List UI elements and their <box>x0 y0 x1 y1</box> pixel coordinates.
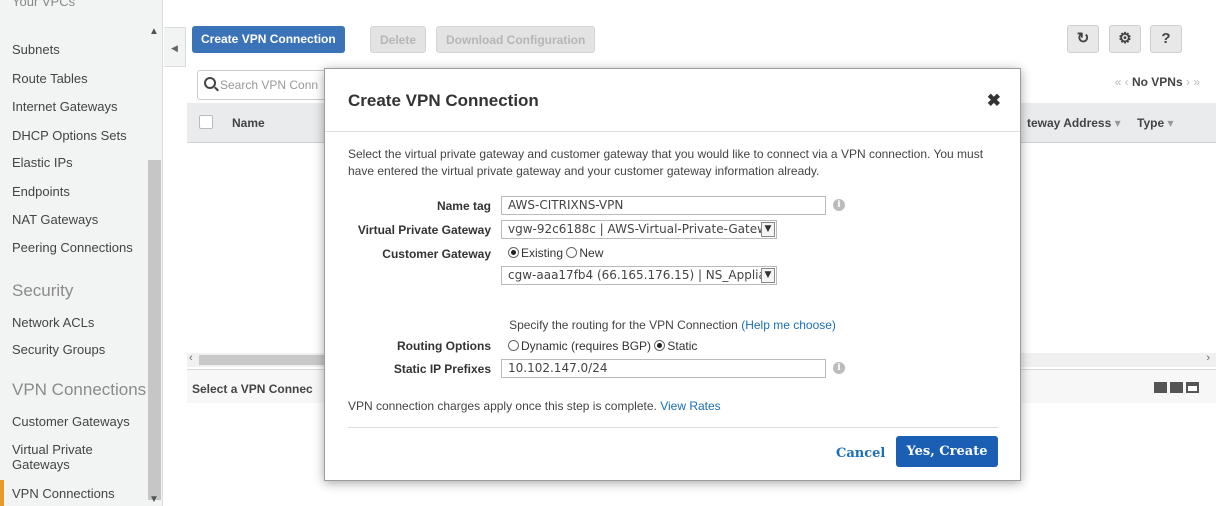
existing-radio[interactable] <box>508 247 519 258</box>
routing-instructions: Specify the routing for the VPN Connecti… <box>325 318 1020 332</box>
search-placeholder: Search VPN Conn <box>220 78 319 92</box>
close-icon[interactable]: ✖ <box>987 91 1001 111</box>
first-page-icon[interactable]: « <box>1115 75 1122 89</box>
modal-intro-text: Select the virtual private gateway and c… <box>348 147 984 178</box>
search-icon <box>204 77 216 89</box>
download-configuration-button[interactable]: Download Configuration <box>436 26 596 53</box>
horizontal-scrollbar-thumb[interactable] <box>199 355 339 365</box>
yes-create-button[interactable]: Yes, Create <box>896 436 998 467</box>
chevron-down-icon[interactable]: ▼ <box>761 222 775 237</box>
name-tag-label: Name tag <box>436 199 491 213</box>
chevron-down-icon[interactable]: ▼ <box>761 268 775 283</box>
name-tag-input[interactable]: AWS-CITRIXNS-VPN <box>501 196 826 215</box>
select-all-checkbox[interactable] <box>199 115 213 129</box>
view-rates-link[interactable]: View Rates <box>660 399 720 413</box>
sort-caret-icon: ▾ <box>1114 116 1121 130</box>
prev-page-icon[interactable]: ‹ <box>1125 75 1129 89</box>
column-header-type[interactable]: Type ▾ <box>1137 116 1174 130</box>
column-header-type-label: Type <box>1137 116 1165 130</box>
customer-gateway-select[interactable]: cgw-aaa17fb4 (66.165.176.15) | NS_Applia… <box>501 266 777 285</box>
customer-gateway-radio-group: Existing New <box>508 246 603 260</box>
charges-text: VPN connection charges apply once this s… <box>348 399 657 413</box>
create-vpn-connection-button[interactable]: Create VPN Connection <box>192 26 345 53</box>
last-page-icon[interactable]: » <box>1193 75 1200 89</box>
layout-switcher <box>1151 382 1199 396</box>
scroll-up-icon[interactable]: ▲ <box>149 26 159 37</box>
static-radio-label: Static <box>667 339 698 353</box>
layout-split-icon[interactable] <box>1170 382 1183 393</box>
scroll-right-icon[interactable]: › <box>1206 352 1210 364</box>
detail-label: Select a VPN Connec <box>192 382 313 396</box>
toolbar: Create VPN Connection Delete Download Co… <box>187 22 1216 60</box>
sidebar-section-security: Security <box>12 281 74 300</box>
sidebar-item-internet-gateways[interactable]: Internet Gateways <box>12 99 118 114</box>
routing-options-radio-group: Dynamic (requires BGP) Static <box>508 339 697 353</box>
info-icon[interactable]: i <box>833 362 845 374</box>
sidebar-item-security-groups[interactable]: Security Groups <box>12 342 105 357</box>
help-me-choose-link[interactable]: (Help me choose) <box>741 318 836 332</box>
new-radio-label: New <box>579 246 604 260</box>
sidebar-scrollbar-thumb[interactable] <box>148 160 161 500</box>
routing-options-label: Routing Options <box>397 339 491 353</box>
virtual-private-gateway-label: Virtual Private Gateway <box>357 223 491 237</box>
cancel-button[interactable]: Cancel <box>836 446 885 461</box>
sidebar-item-customer-gateways[interactable]: Customer Gateways <box>12 414 130 429</box>
sort-caret-icon: ▾ <box>1167 116 1174 130</box>
create-vpn-modal: Create VPN Connection ✖ Select the virtu… <box>324 68 1021 481</box>
sidebar-item-dhcp-options-sets[interactable]: DHCP Options Sets <box>12 128 127 143</box>
search-input[interactable]: Search VPN Conn <box>197 70 337 100</box>
customer-gateway-label: Customer Gateway <box>382 247 491 261</box>
charges-note: VPN connection charges apply once this s… <box>348 399 721 413</box>
sidebar-item-elastic-ips[interactable]: Elastic IPs <box>12 155 73 170</box>
refresh-icon[interactable]: ↻ <box>1067 25 1099 53</box>
static-radio[interactable] <box>654 340 666 351</box>
modal-divider <box>325 131 1020 132</box>
sidebar-item-nat-gateways[interactable]: NAT Gateways <box>12 212 98 227</box>
scroll-down-icon[interactable]: ▼ <box>149 494 159 505</box>
layout-full-icon[interactable] <box>1186 382 1199 393</box>
scroll-left-icon[interactable]: ‹ <box>189 352 193 364</box>
collapse-sidebar-icon[interactable]: ◀ <box>164 27 186 67</box>
sidebar-item-endpoints[interactable]: Endpoints <box>12 184 70 199</box>
modal-footer-divider <box>348 427 998 428</box>
info-icon[interactable]: i <box>833 199 845 211</box>
virtual-private-gateway-value: vgw-92c6188c | AWS-Virtual-Private-Gatew <box>508 222 767 236</box>
virtual-private-gateway-select[interactable]: vgw-92c6188c | AWS-Virtual-Private-Gatew… <box>501 220 777 239</box>
column-header-name[interactable]: Name <box>232 116 265 130</box>
sidebar-item-route-tables[interactable]: Route Tables <box>12 71 88 86</box>
sidebar-item-peering-connections[interactable]: Peering Connections <box>12 240 133 255</box>
sidebar-item-network-acls[interactable]: Network ACLs <box>12 315 94 330</box>
static-ip-prefixes-input[interactable]: 10.102.147.0/24 <box>501 359 826 378</box>
modal-title: Create VPN Connection <box>348 91 539 110</box>
new-radio[interactable] <box>566 247 578 258</box>
pager-text: No VPNs <box>1131 75 1183 89</box>
static-ip-prefixes-label: Static IP Prefixes <box>393 362 491 376</box>
delete-button[interactable]: Delete <box>370 26 427 53</box>
routing-instructions-text: Specify the routing for the VPN Connecti… <box>509 318 738 332</box>
sidebar-item-vpn-connections[interactable]: VPN Connections <box>12 486 115 501</box>
existing-radio-label: Existing <box>521 246 564 260</box>
sidebar-item-subnets[interactable]: Subnets <box>12 42 60 57</box>
next-page-icon[interactable]: › <box>1186 75 1190 89</box>
sidebar-section-vpn-connections: VPN Connections <box>12 380 147 399</box>
layout-bottom-icon[interactable] <box>1154 382 1167 393</box>
sidebar: Your VPCs Subnets Route Tables Internet … <box>0 0 163 506</box>
pager: « ‹ No VPNs › » <box>1115 75 1200 89</box>
column-header-gateway-label: teway Address <box>1027 116 1112 130</box>
gear-icon[interactable]: ⚙ <box>1109 25 1141 53</box>
sidebar-item-your-vpcs[interactable]: Your VPCs <box>12 0 75 9</box>
column-header-gateway-address[interactable]: teway Address ▾ <box>1027 116 1121 130</box>
sidebar-item-virtual-private-gateways[interactable]: Virtual Private Gateways <box>12 442 122 472</box>
dynamic-radio[interactable] <box>508 340 519 351</box>
help-icon[interactable]: ? <box>1150 25 1182 53</box>
dynamic-radio-label: Dynamic (requires BGP) <box>521 339 652 353</box>
customer-gateway-value: cgw-aaa17fb4 (66.165.176.15) | NS_Applia <box>508 268 766 282</box>
